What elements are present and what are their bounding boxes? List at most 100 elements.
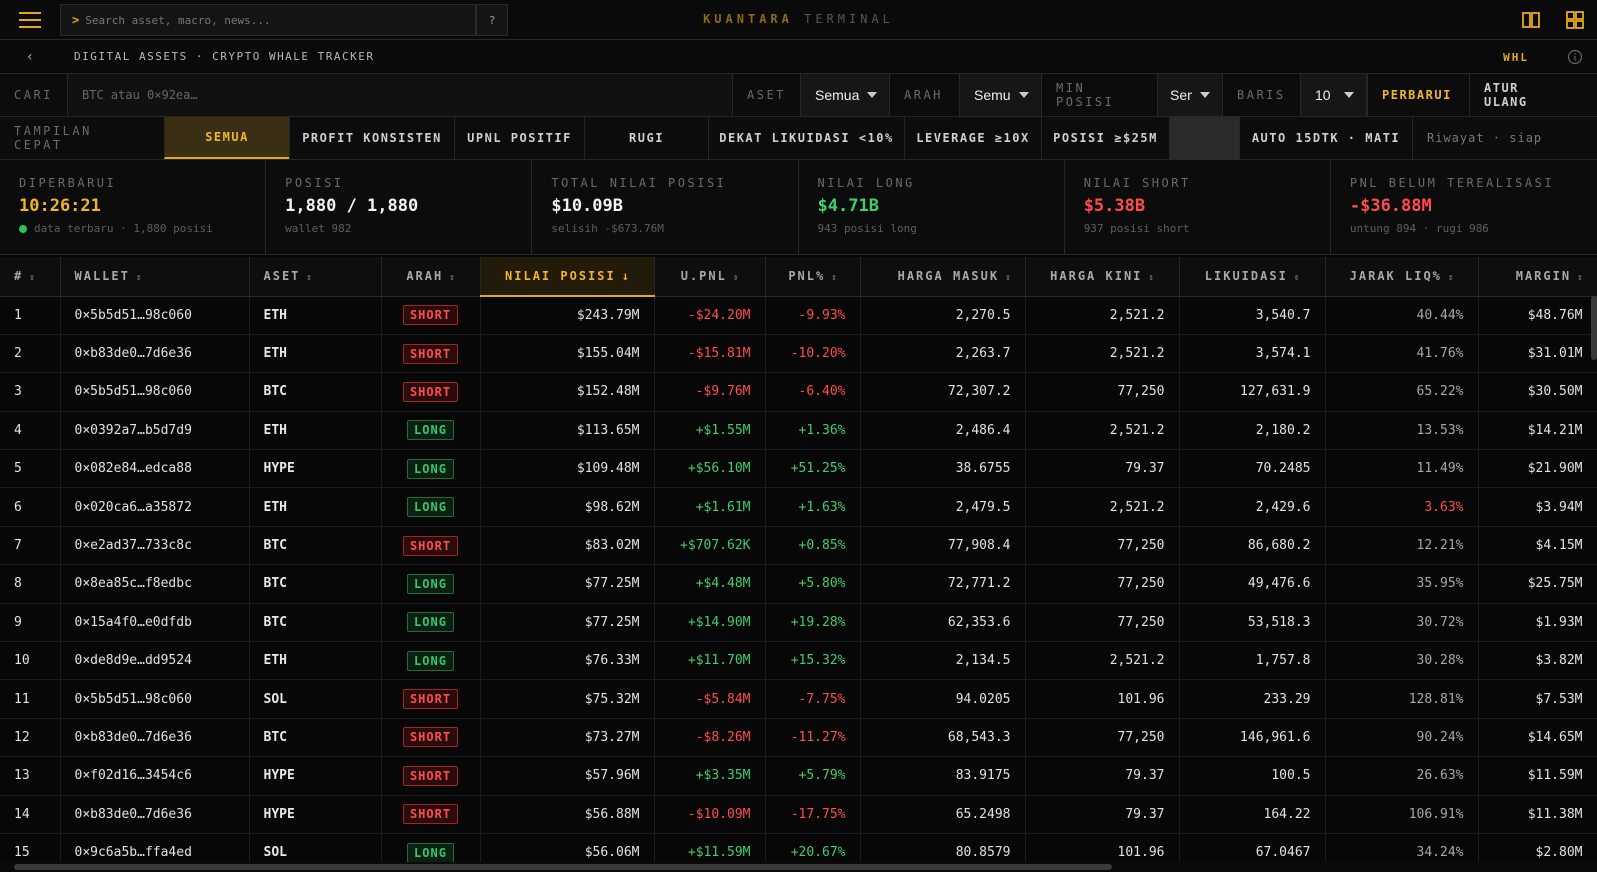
cell-asset: BTC (249, 564, 382, 604)
quick-empty-slot (1169, 117, 1239, 159)
table-row[interactable]: 4 0×0392a7…b5d7d9 ETH LONG $113.65M +$1.55M +1… (0, 411, 1597, 451)
column-header-position-value[interactable]: NILAI POSISI ↓ (480, 257, 655, 297)
quick-loss[interactable]: RUGI (584, 117, 708, 159)
column-header-label: MARGIN (1515, 269, 1572, 284)
column-header-mark-price[interactable]: HARGA KINI ⇕ (1025, 257, 1180, 297)
refresh-button[interactable]: PERBARUI (1367, 74, 1469, 116)
column-header-wallet[interactable]: WALLET ⇕ (60, 257, 250, 297)
filter-search[interactable] (67, 74, 732, 116)
grid-view-icon[interactable] (1553, 0, 1597, 40)
table-row[interactable]: 1 0×5b5d51…98c060 ETH SHORT $243.79M -$24.20M… (0, 296, 1597, 335)
table-row[interactable]: 10 0×de8d9e…dd9524 ETH LONG $76.33M +$11.70M +… (0, 641, 1597, 681)
module-code: WHL (1503, 51, 1529, 64)
column-header-label: NILAI POSISI (505, 269, 616, 283)
cell-rank: 7 (0, 526, 61, 566)
table-row[interactable]: 3 0×5b5d51…98c060 BTC SHORT $152.48M -$9.76M -… (0, 372, 1597, 412)
top-bar: > ? KUANTARA TERMINAL (0, 0, 1597, 40)
cell-asset: BTC (249, 372, 382, 412)
direction-select[interactable]: Semua (959, 74, 1042, 116)
sort-icon: ⇕ (732, 273, 739, 284)
column-header-label: PNL% (788, 269, 826, 284)
table-row[interactable]: 7 0×e2ad37…733c8c BTC SHORT $83.02M +$707.62K… (0, 526, 1597, 566)
cell-pnl-pct: +5.79% (765, 756, 861, 796)
table-row[interactable]: 9 0×15a4f0…e0dfdb BTC LONG $77.25M +$14.90M +1… (0, 603, 1597, 643)
cell-entry-price: 62,353.6 (860, 603, 1026, 643)
table-row[interactable]: 11 0×5b5d51…98c060 SOL SHORT $75.32M -$5.84M -… (0, 679, 1597, 719)
reset-button[interactable]: ATUR ULANG (1469, 74, 1577, 116)
column-header-label: HARGA KINI (1050, 269, 1143, 284)
cell-liquidation: 1,757.8 (1179, 641, 1326, 681)
cell-pnl-pct: +0.85% (765, 526, 861, 566)
rows-select[interactable]: 10 (1300, 74, 1367, 116)
cell-position-value: $76.33M (480, 641, 655, 681)
cell-asset: BTC (249, 526, 382, 566)
cell-liquidation: 146,961.6 (1179, 718, 1326, 758)
table-row[interactable]: 14 0×b83de0…7d6e36 HYPE SHORT $56.88M -$10.09… (0, 795, 1597, 834)
table-row[interactable]: 15 0×9c6a5b…ffa4ed SOL LONG $56.06M +$11.59M +… (0, 833, 1597, 862)
direction-badge: SHORT (402, 305, 459, 326)
cell-direction: SHORT (381, 718, 481, 758)
table-row[interactable]: 5 0×082e84…edca88 HYPE LONG $109.48M +$56.10M… (0, 449, 1597, 489)
direction-badge: SHORT (402, 804, 459, 825)
cell-position-value: $77.25M (480, 603, 655, 643)
filter-search-input[interactable] (82, 88, 682, 102)
auto-refresh-toggle[interactable]: AUTO 15DTK · MATI (1239, 117, 1412, 159)
cell-asset: HYPE (249, 795, 382, 834)
split-view-icon[interactable] (1509, 0, 1553, 40)
cell-wallet: 0×f02d16…3454c6 (60, 756, 250, 796)
cell-mark-price: 2,521.2 (1025, 334, 1180, 374)
column-header-pnl-pct[interactable]: PNL% ⇕ (765, 257, 861, 297)
filter-bar: CARI ASET Semua ARAH Semua MIN POSISI Se… (0, 74, 1597, 117)
table-row[interactable]: 13 0×f02d16…3454c6 HYPE SHORT $57.96M +$3.35M… (0, 756, 1597, 796)
chevron-down-icon (1344, 92, 1354, 98)
table-row[interactable]: 6 0×020ca6…a35872 ETH LONG $98.62M +$1.61M +1.… (0, 487, 1597, 527)
cell-entry-price: 72,771.2 (860, 564, 1026, 604)
menu-icon[interactable] (0, 0, 60, 40)
cell-upnl: +$3.35M (654, 756, 766, 796)
cell-upnl: +$56.10M (654, 449, 766, 489)
column-header-liquidation[interactable]: LIKUIDASI ⇕ (1179, 257, 1326, 297)
quick-consistent-profit[interactable]: PROFIT KONSISTEN (289, 117, 454, 159)
vertical-scrollbar[interactable] (1591, 296, 1597, 360)
column-header-direction[interactable]: ARAH ⇕ (381, 257, 481, 297)
quick-near-liquidation[interactable]: DEKAT LIKUIDASI <10% (708, 117, 904, 159)
info-icon[interactable] (1567, 49, 1583, 65)
quick-large-position[interactable]: POSISI ≥$25M (1041, 117, 1169, 159)
column-header-label: ASET (263, 269, 301, 284)
cell-position-value: $98.62M (480, 487, 655, 527)
table-row[interactable]: 8 0×8ea85c…f8edbc BTC LONG $77.25M +$4.48M +5.… (0, 564, 1597, 604)
chevron-down-icon (1200, 92, 1210, 98)
asset-select[interactable]: Semua (800, 74, 890, 116)
cell-liquidation: 233.29 (1179, 679, 1326, 719)
global-search-input[interactable] (85, 13, 456, 27)
cell-direction: LONG (381, 833, 481, 862)
cell-pnl-pct: +19.28% (765, 603, 861, 643)
global-search[interactable]: > (60, 4, 476, 36)
cell-asset: ETH (249, 641, 382, 681)
quick-leverage[interactable]: LEVERAGE ≥10X (904, 117, 1041, 159)
stat-sub-text: data terbaru · 1,880 posisi (34, 222, 213, 235)
column-header-asset[interactable]: ASET ⇕ (249, 257, 382, 297)
column-header-liq-distance[interactable]: JARAK LIQ% ⇕ (1325, 257, 1479, 297)
positions-table: # ⇕ WALLET ⇕ ASET ⇕ ARAH ⇕ NILAI POSISI ↓ U.PNL ⇕ PN… (0, 257, 1597, 862)
min-position-select[interactable]: Semua (1157, 74, 1223, 116)
column-header-entry-price[interactable]: HARGA MASUK ⇕ (860, 257, 1026, 297)
column-header-upnl[interactable]: U.PNL ⇕ (654, 257, 766, 297)
history-status: Riwayat · siap (1412, 117, 1557, 159)
cell-mark-price: 2,521.2 (1025, 296, 1180, 335)
quick-positive-upnl[interactable]: UPNL POSITIF (454, 117, 584, 159)
cell-asset: ETH (249, 296, 382, 335)
cell-upnl: -$15.81M (654, 334, 766, 374)
table-row[interactable]: 12 0×b83de0…7d6e36 BTC SHORT $73.27M -$8.26M -… (0, 718, 1597, 758)
back-button[interactable]: ‹ (0, 40, 60, 74)
stat-value: 10:26:21 (19, 196, 101, 216)
table-row[interactable]: 2 0×b83de0…7d6e36 ETH SHORT $155.04M -$15.81M… (0, 334, 1597, 374)
live-dot-icon (19, 224, 27, 233)
help-button[interactable]: ? (476, 4, 508, 36)
cell-margin: $25.75M (1478, 564, 1597, 604)
quick-all[interactable]: SEMUA (164, 117, 289, 159)
stat-short-value: NILAI SHORT $5.38B 937 posisi short (1065, 160, 1331, 254)
column-header-margin[interactable]: MARGIN ⇕ (1478, 257, 1597, 297)
horizontal-scrollbar[interactable] (14, 864, 1112, 870)
column-header-rank[interactable]: # ⇕ (0, 257, 61, 297)
